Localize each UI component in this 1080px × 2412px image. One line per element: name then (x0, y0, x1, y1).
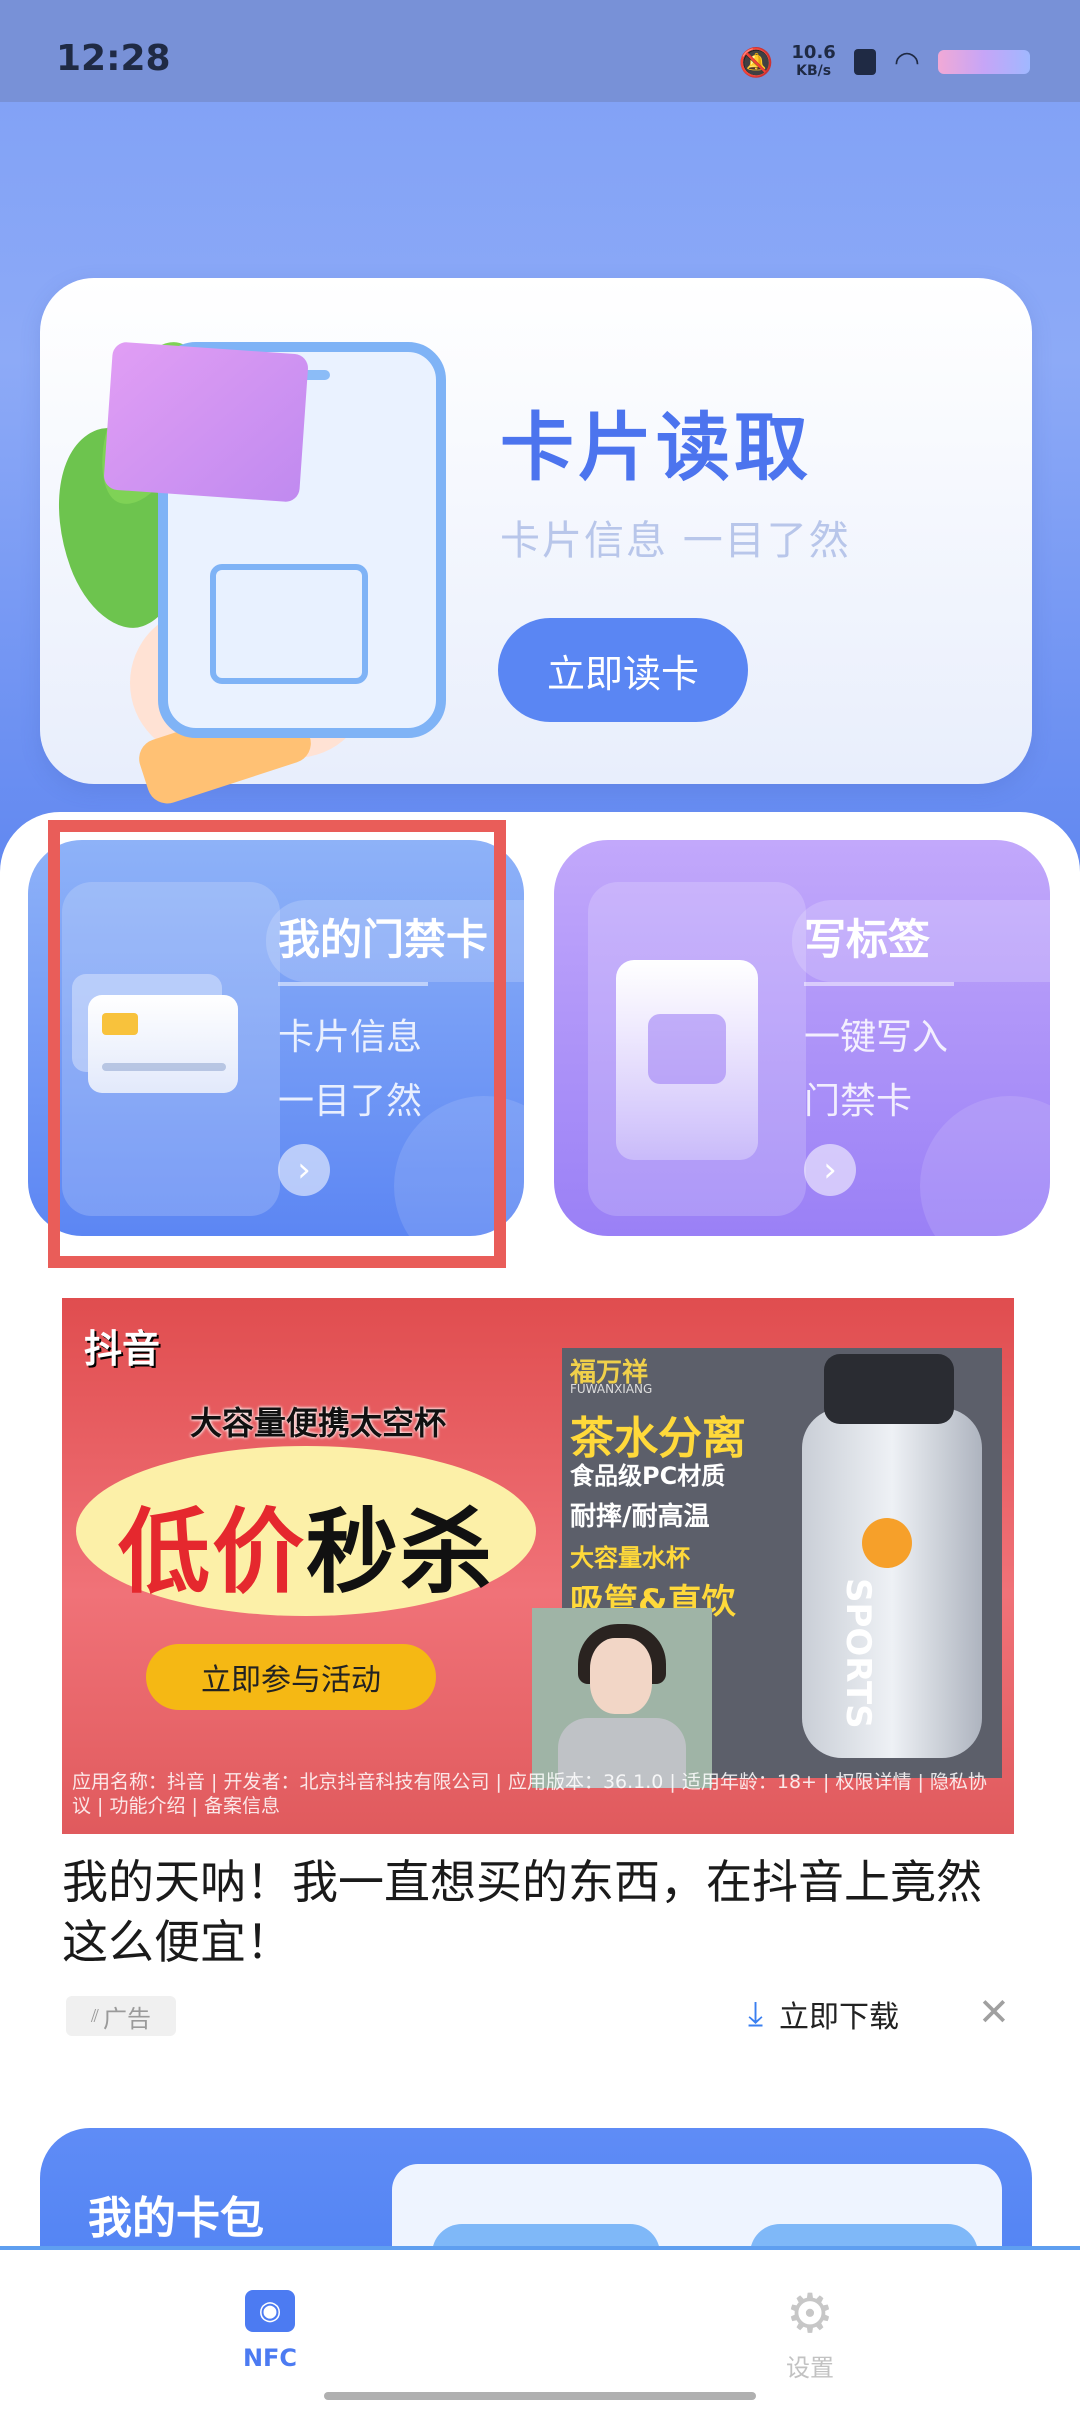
tab-settings[interactable]: ⚙ 设置 (760, 2282, 860, 2383)
bottle-cap (824, 1354, 954, 1424)
tab-settings-label: 设置 (786, 2354, 834, 2382)
bottle-image (802, 1408, 982, 1758)
ad-badge: ⫽ 广告 (66, 1996, 176, 2036)
bottle-label: SPORTS (838, 1578, 878, 1729)
ad-disclaimer[interactable]: 应用名称：抖音 | 开发者：北京抖音科技有限公司 | 应用版本：36.1.0 |… (72, 1770, 1004, 1818)
blue-card-illustration (210, 564, 368, 684)
model-photo (532, 1608, 712, 1788)
tag-writer-icon (616, 960, 758, 1160)
ad-slogan-black: 秒杀 (306, 1499, 495, 1606)
read-card-banner[interactable]: 卡片读取 卡片信息 一目了然 立即读卡 (29, 278, 1032, 809)
sim-off-icon (853, 49, 876, 75)
status-time: 12:28 (56, 38, 171, 79)
speed-unit: KB/s (796, 63, 832, 79)
download-icon: ⤓ (748, 1994, 764, 2034)
status-icons: 🔕 10.6 KB/s ◠ (739, 42, 1030, 82)
feature-durable: 耐摔/耐高温 (570, 1502, 710, 1532)
douyin-logo: 抖音 (84, 1327, 161, 1371)
write-tag-title: 写标签 (804, 915, 931, 964)
wallet-title: 我的卡包 (88, 2193, 264, 2244)
gear-icon: ⚙ (785, 2282, 835, 2345)
network-speed: 10.6 KB/s (791, 44, 835, 80)
bottom-navigation: ◉ NFC ⚙ 设置 (0, 2246, 1080, 2412)
wifi-icon: ◠ (893, 44, 920, 80)
orange-slice (862, 1518, 912, 1568)
write-tag-tile[interactable]: 写标签 一键写入 门禁卡 › (554, 840, 1050, 1236)
selection-highlight (48, 820, 506, 1268)
feature-material: 食品级PC材质 (570, 1462, 726, 1490)
read-card-button[interactable]: 立即读卡 (498, 618, 748, 722)
write-tag-line2: 门禁卡 (804, 1081, 913, 1122)
ad-badge-label: 广告 (103, 2004, 152, 2033)
ad-download-button[interactable]: ⤓ 立即下载 (748, 1992, 899, 2036)
ad-headline[interactable]: 我的天呐！我一直想买的东西，在抖音上竟然这么便宜！ (62, 1852, 1014, 1972)
read-card-subtitle: 卡片信息 一目了然 (500, 518, 851, 564)
write-tag-line1: 一键写入 (804, 1017, 949, 1058)
brand-name-en: FUWANXIANG (570, 1382, 653, 1396)
battery-icon (938, 50, 1030, 74)
tag-slot (648, 1014, 726, 1084)
feature-capacity: 大容量水杯 (570, 1544, 690, 1572)
ad-source-icon: ⫽ (90, 2005, 100, 2027)
ad-image[interactable]: 抖音 大容量便携太空杯 低价秒杀 立即参与活动 福万祥 FUWANXIANG 茶… (62, 1298, 1014, 1834)
tab-nfc[interactable]: ◉ NFC (220, 2290, 320, 2372)
divider (804, 982, 954, 986)
ad-download-label: 立即下载 (779, 2000, 900, 2035)
ad-slogan-red: 低价 (118, 1499, 307, 1606)
nfc-icon: ◉ (245, 2290, 295, 2332)
status-bar: 12:28 🔕 10.6 KB/s ◠ (0, 0, 1080, 102)
model-face (590, 1638, 652, 1714)
chevron-right-icon[interactable]: › (804, 1144, 856, 1196)
speed-value: 10.6 (791, 42, 836, 63)
close-icon[interactable]: ✕ (978, 1990, 1010, 2034)
home-indicator[interactable] (324, 2392, 756, 2400)
ad-join-button[interactable]: 立即参与活动 (146, 1644, 436, 1710)
pink-card-illustration (103, 341, 309, 503)
mute-bell-icon: 🔕 (738, 45, 774, 79)
ad-image-subtitle: 大容量便携太空杯 (190, 1404, 447, 1442)
decor-circle (920, 1096, 1050, 1236)
tab-nfc-label: NFC (242, 2344, 298, 2372)
ad-slogan: 低价秒杀 (118, 1478, 494, 1611)
read-card-title: 卡片读取 (500, 405, 812, 491)
